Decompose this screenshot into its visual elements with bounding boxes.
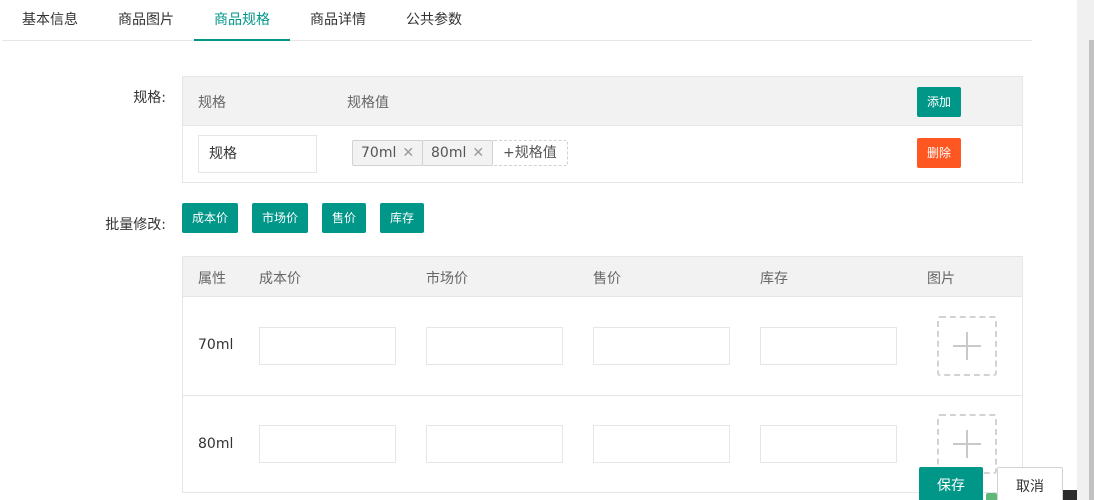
stock-input[interactable] — [760, 327, 897, 365]
status-indicator — [986, 493, 997, 500]
sku-table: 属性 成本价 市场价 售价 库存 图片 70ml 80ml — [182, 256, 1023, 493]
row-attr: 80ml — [198, 436, 234, 452]
image-upload-button[interactable] — [937, 316, 997, 376]
batch-cost-price-button[interactable]: 成本价 — [182, 203, 238, 233]
cost-price-col-header: 成本价 — [259, 271, 301, 287]
batch-sale-price-button[interactable]: 售价 — [322, 203, 366, 233]
spec-label: 规格: — [133, 90, 166, 106]
spec-value-text: 70ml — [361, 145, 397, 161]
cost-price-input[interactable] — [259, 327, 396, 365]
stock-input[interactable] — [760, 425, 897, 463]
tab-bar: 基本信息 商品图片 商品规格 商品详情 公共参数 — [2, 0, 1032, 41]
batch-modify-label: 批量修改: — [105, 217, 166, 233]
tab-product-detail[interactable]: 商品详情 — [290, 0, 386, 41]
image-col-header: 图片 — [927, 271, 955, 287]
batch-stock-button[interactable]: 库存 — [380, 203, 424, 233]
spec-value-tag: 80ml ✕ — [422, 140, 494, 166]
delete-spec-button[interactable]: 删除 — [917, 138, 961, 168]
spec-values-col-header: 规格值 — [347, 95, 389, 111]
stock-col-header: 库存 — [760, 271, 788, 287]
image-upload-button[interactable] — [937, 414, 997, 474]
sku-table-header: 属性 成本价 市场价 售价 库存 图片 — [183, 257, 1022, 297]
tab-basic-info[interactable]: 基本信息 — [2, 0, 98, 41]
spec-row: 规格 70ml ✕ 80ml ✕ +规格值 删除 — [183, 126, 1022, 182]
close-icon[interactable]: ✕ — [402, 141, 414, 165]
sale-price-input[interactable] — [593, 327, 730, 365]
cancel-button[interactable]: 取消 — [997, 467, 1063, 500]
batch-market-price-button[interactable]: 市场价 — [252, 203, 308, 233]
spec-value-tag: 70ml ✕ — [352, 140, 424, 166]
save-button[interactable]: 保存 — [919, 467, 983, 500]
market-price-col-header: 市场价 — [426, 271, 468, 287]
spec-col-header: 规格 — [198, 95, 226, 111]
product-spec-page: 基本信息 商品图片 商品规格 商品详情 公共参数 规格: 规格 规格值 添加 规… — [0, 0, 1094, 500]
sale-price-input[interactable] — [593, 425, 730, 463]
spec-name-input[interactable]: 规格 — [198, 135, 317, 173]
scrollbar-thumb[interactable] — [1089, 40, 1094, 500]
cost-price-input[interactable] — [259, 425, 396, 463]
spec-table-header: 规格 规格值 添加 — [183, 77, 1022, 126]
add-spec-value-button[interactable]: +规格值 — [492, 140, 568, 166]
attr-col-header: 属性 — [198, 271, 226, 287]
add-spec-button[interactable]: 添加 — [917, 87, 961, 117]
close-icon[interactable]: ✕ — [472, 141, 484, 165]
tab-product-images[interactable]: 商品图片 — [98, 0, 194, 41]
spec-table: 规格 规格值 添加 规格 70ml ✕ 80ml ✕ +规格值 删除 — [182, 76, 1023, 183]
spec-value-text: 80ml — [431, 145, 467, 161]
tab-product-spec[interactable]: 商品规格 — [194, 0, 290, 41]
market-price-input[interactable] — [426, 425, 563, 463]
plus-icon — [953, 332, 981, 360]
sale-price-col-header: 售价 — [593, 271, 621, 287]
row-attr: 70ml — [198, 337, 234, 353]
plus-icon — [953, 430, 981, 458]
tab-common-params[interactable]: 公共参数 — [386, 0, 482, 41]
table-row: 80ml — [183, 396, 1022, 493]
market-price-input[interactable] — [426, 327, 563, 365]
table-row: 70ml — [183, 297, 1022, 396]
